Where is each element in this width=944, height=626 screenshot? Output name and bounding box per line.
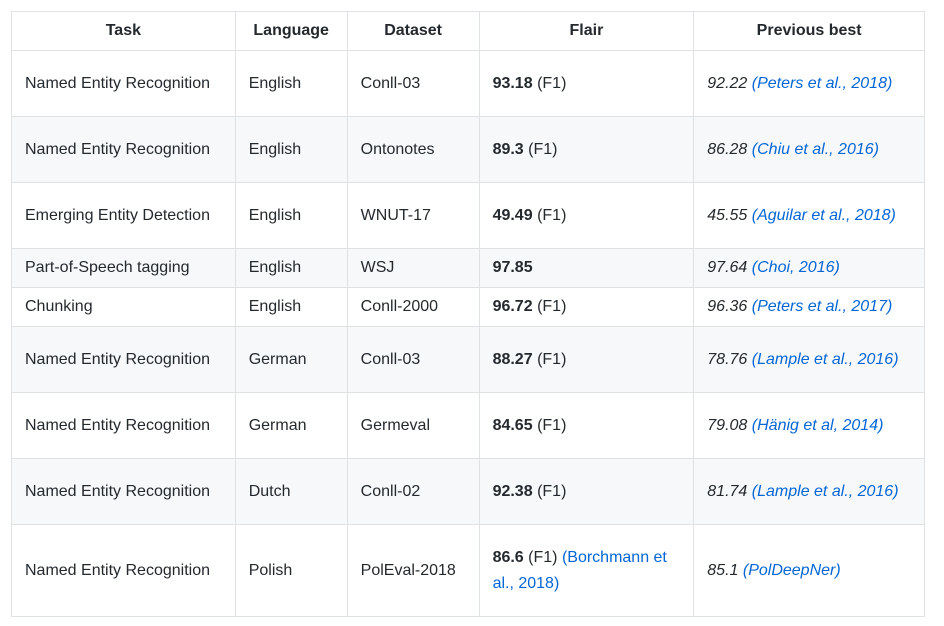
flair-cell: 89.3 (F1) — [478, 116, 695, 183]
dataset-cell: Conll-03 — [346, 326, 480, 393]
dataset-cell: WNUT-17 — [346, 182, 480, 249]
dataset-cell: Conll-02 — [346, 458, 480, 525]
dataset-cell: Ontonotes — [346, 116, 480, 183]
flair-cell: 86.6 (F1) (Borchmann et al., 2018) — [478, 524, 695, 617]
dataset-cell: Conll-2000 — [346, 287, 480, 327]
task-cell: Emerging Entity Detection — [11, 182, 236, 249]
flair-score: 96.72 — [492, 298, 533, 315]
header-row: Task Language Dataset Flair Previous bes… — [11, 11, 925, 51]
dataset-cell: Germeval — [346, 392, 480, 459]
task-cell: Chunking — [11, 287, 236, 327]
flair-score: 92.38 — [492, 482, 533, 500]
flair-score: 49.49 — [492, 206, 533, 224]
flair-cell: 97.85 — [478, 248, 695, 288]
previous-best-score: 85.1 — [707, 561, 739, 579]
dataset-cell: WSJ — [346, 248, 480, 288]
previous-best-score: 79.08 — [707, 416, 748, 434]
previous-best-score: 92.22 — [707, 74, 748, 92]
table-row: Named Entity Recognition German Conll-03 88… — [11, 326, 925, 393]
flair-score: 93.18 — [492, 74, 533, 92]
table-row: Named Entity Recognition Dutch Conll-02 92.… — [11, 458, 925, 525]
language-cell: English — [234, 182, 348, 249]
previous-best-cell: 79.08 (Hänig et al, 2014) — [693, 392, 925, 459]
previous-best-reference-link[interactable]: (Choi, 2016) — [752, 259, 840, 276]
table-row: Chunking English Conll-2000 96.72 (F1) 96.36… — [11, 287, 925, 327]
dataset-cell: PolEval-2018 — [346, 524, 480, 617]
previous-best-cell: 97.64 (Choi, 2016) — [693, 248, 925, 288]
previous-best-score: 97.64 — [707, 259, 748, 276]
previous-best-score: 96.36 — [707, 298, 748, 315]
previous-best-score: 78.76 — [707, 350, 748, 368]
language-cell: English — [234, 116, 348, 183]
previous-best-cell: 86.28 (Chiu et al., 2016) — [693, 116, 925, 183]
previous-best-cell: 78.76 (Lample et al., 2016) — [693, 326, 925, 393]
task-cell: Named Entity Recognition — [11, 116, 236, 183]
flair-metric: (F1) — [528, 140, 558, 158]
flair-metric: (F1) — [537, 350, 567, 368]
flair-cell: 84.65 (F1) — [478, 392, 695, 459]
previous-best-score: 86.28 — [707, 140, 748, 158]
table-row: Named Entity Recognition Polish PolEval-20… — [11, 524, 925, 617]
table-row: Named Entity Recognition English Ontonotes… — [11, 116, 925, 183]
flair-metric: (F1) — [537, 298, 567, 315]
language-cell: German — [234, 326, 348, 393]
table-row: Emerging Entity Detection English WNUT-17 4… — [11, 182, 925, 249]
previous-best-cell: 85.1 (PolDeepNer) — [693, 524, 925, 617]
previous-best-reference-link[interactable]: (Aguilar et al., 2018) — [752, 207, 896, 224]
table-row: Named Entity Recognition English Conll-03 9… — [11, 50, 925, 117]
previous-best-reference-link[interactable]: (PolDeepNer) — [743, 562, 841, 579]
previous-best-cell: 96.36 (Peters et al., 2017) — [693, 287, 925, 327]
header-language: Language — [234, 11, 348, 51]
header-task: Task — [11, 11, 236, 51]
header-dataset: Dataset — [346, 11, 480, 51]
previous-best-reference-link[interactable]: (Lample et al., 2016) — [752, 351, 899, 368]
language-cell: English — [234, 287, 348, 327]
language-cell: Polish — [234, 524, 348, 617]
previous-best-score: 45.55 — [707, 206, 748, 224]
task-cell: Named Entity Recognition — [11, 458, 236, 525]
dataset-cell: Conll-03 — [346, 50, 480, 117]
previous-best-cell: 92.22 (Peters et al., 2018) — [693, 50, 925, 117]
previous-best-reference-link[interactable]: (Hänig et al, 2014) — [752, 417, 884, 434]
previous-best-reference-link[interactable]: (Chiu et al., 2016) — [752, 141, 879, 158]
header-flair: Flair — [478, 11, 695, 51]
task-cell: Part-of-Speech tagging — [11, 248, 236, 288]
flair-score: 84.65 — [492, 416, 533, 434]
flair-metric: (F1) — [528, 548, 558, 566]
task-cell: Named Entity Recognition — [11, 50, 236, 117]
previous-best-reference-link[interactable]: (Peters et al., 2017) — [752, 298, 893, 315]
flair-metric: (F1) — [537, 482, 567, 500]
language-cell: Dutch — [234, 458, 348, 525]
results-table: Task Language Dataset Flair Previous bes… — [11, 11, 925, 617]
previous-best-cell: 45.55 (Aguilar et al., 2018) — [693, 182, 925, 249]
task-cell: Named Entity Recognition — [11, 524, 236, 617]
previous-best-reference-link[interactable]: (Lample et al., 2016) — [752, 483, 899, 500]
flair-score: 97.85 — [492, 259, 533, 276]
flair-metric: (F1) — [537, 416, 567, 434]
task-cell: Named Entity Recognition — [11, 326, 236, 393]
flair-metric: (F1) — [537, 74, 567, 92]
flair-score: 86.6 — [492, 548, 524, 566]
table-row: Named Entity Recognition German Germeval 84… — [11, 392, 925, 459]
language-cell: German — [234, 392, 348, 459]
task-cell: Named Entity Recognition — [11, 392, 236, 459]
flair-cell: 92.38 (F1) — [478, 458, 695, 525]
flair-cell: 88.27 (F1) — [478, 326, 695, 393]
header-previous-best: Previous best — [693, 11, 925, 51]
previous-best-score: 81.74 — [707, 482, 748, 500]
flair-cell: 49.49 (F1) — [478, 182, 695, 249]
previous-best-cell: 81.74 (Lample et al., 2016) — [693, 458, 925, 525]
flair-metric: (F1) — [537, 206, 567, 224]
flair-score: 88.27 — [492, 350, 533, 368]
table-row: Part-of-Speech tagging English WSJ 97.85 97.… — [11, 248, 925, 288]
flair-cell: 96.72 (F1) — [478, 287, 695, 327]
flair-score: 89.3 — [492, 140, 524, 158]
flair-cell: 93.18 (F1) — [478, 50, 695, 117]
language-cell: English — [234, 50, 348, 117]
language-cell: English — [234, 248, 348, 288]
previous-best-reference-link[interactable]: (Peters et al., 2018) — [752, 75, 893, 92]
